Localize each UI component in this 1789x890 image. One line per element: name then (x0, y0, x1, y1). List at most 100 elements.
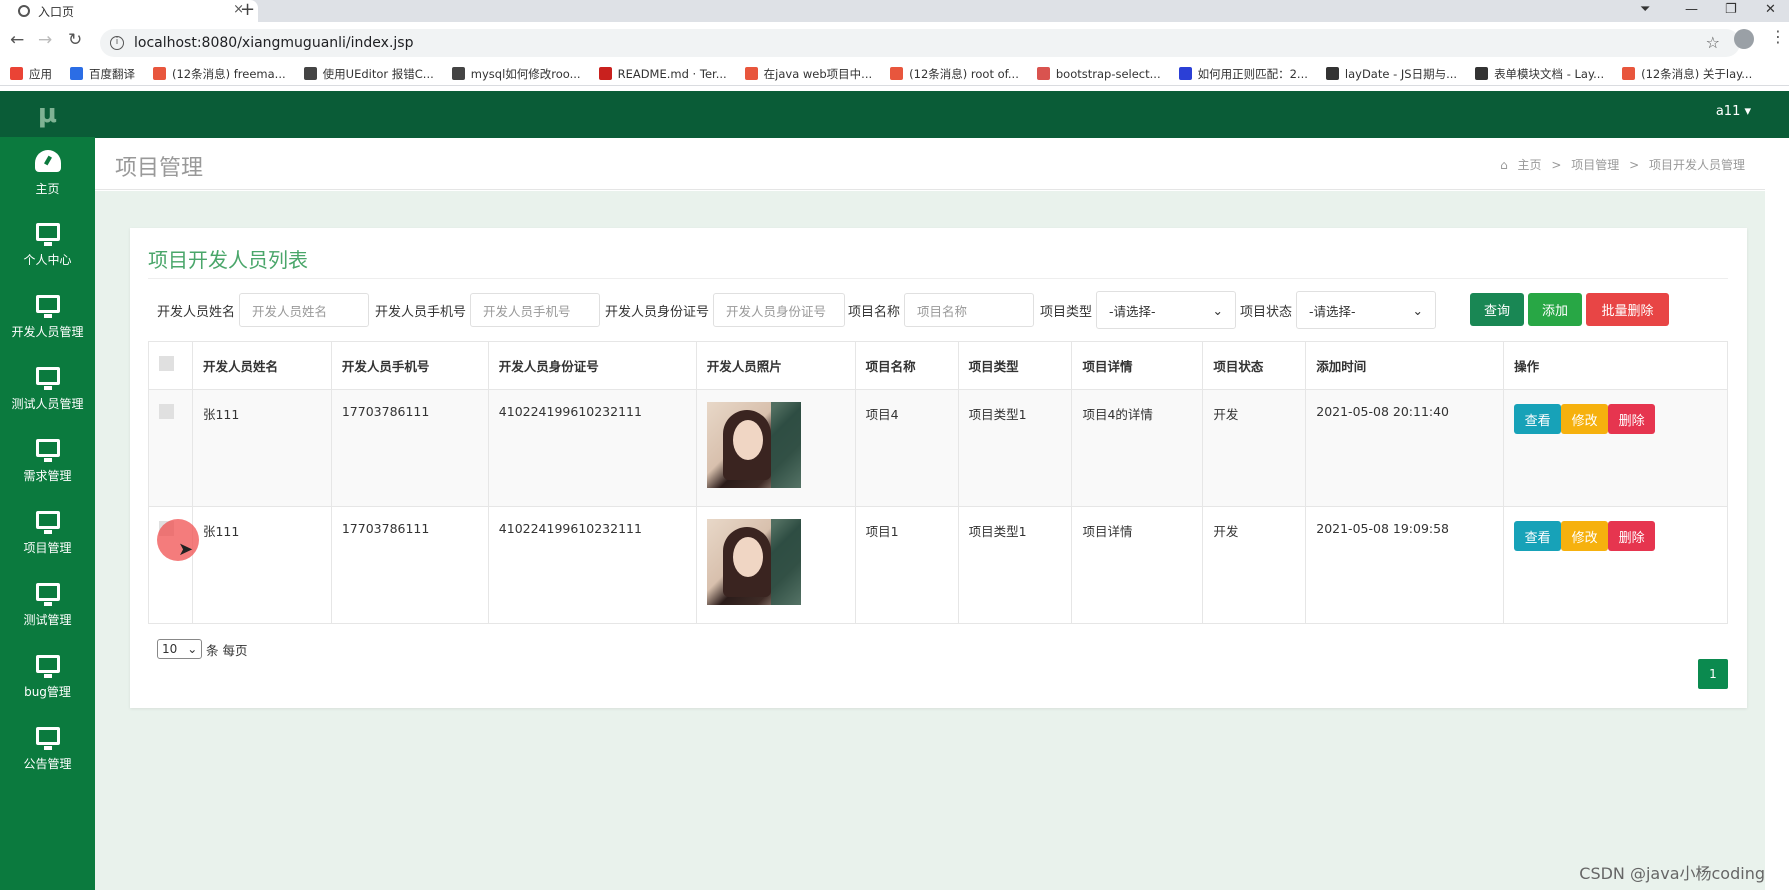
minimize-icon[interactable]: — (1685, 0, 1698, 20)
bookmark-item[interactable]: README.md · Ter... (598, 67, 727, 81)
forward-icon[interactable]: → (38, 30, 52, 50)
breadcrumb-sep: > (1551, 158, 1562, 172)
bookmark-favicon-icon (1178, 67, 1192, 80)
filter-phone: 开发人员手机号 开发人员手机号 (375, 293, 601, 327)
bookmark-label: 使用UEditor 报错C... (322, 66, 434, 81)
sidebar-item-label: 测试管理 (23, 612, 72, 627)
bookmark-favicon-icon (451, 67, 465, 80)
profile-menu-icon[interactable]: ⏷ (1640, 0, 1650, 20)
sidebar-item[interactable]: 开发人员管理 (0, 281, 95, 353)
account-avatar-icon[interactable] (1734, 29, 1754, 49)
col-header: 开发人员身份证号 (487, 341, 697, 390)
bookmark-item[interactable]: 如何用正则匹配：2... (1178, 66, 1308, 82)
bookmark-label: (12条消息) freema... (172, 66, 286, 81)
row-checkbox[interactable] (159, 404, 174, 419)
bookmark-item[interactable]: mysql如何修改roo... (451, 66, 581, 82)
breadcrumb-level2: 项目开发人员管理 (1648, 158, 1745, 172)
sidebar-item[interactable]: bug管理 (0, 641, 95, 713)
cell-status: 开发 (1202, 506, 1307, 624)
bookmark-item[interactable]: (12条消息) root of... (890, 66, 1019, 82)
scrollbar[interactable] (1765, 138, 1789, 890)
col-header: 项目类型 (957, 341, 1073, 390)
developer-photo (706, 519, 801, 605)
table-header-row: 开发人员姓名 开发人员手机号 开发人员身份证号 开发人员照片 项目名称 项目类型… (148, 341, 1728, 390)
name-input[interactable]: 开发人员姓名 (239, 293, 370, 327)
monitor-icon (35, 654, 60, 678)
add-button[interactable]: 添加 (1528, 293, 1582, 326)
bookmark-item[interactable]: 表单模块文档 - Lay... (1475, 66, 1604, 82)
bookmark-item[interactable]: layDate - JS日期与... (1325, 66, 1457, 82)
breadcrumb-level1[interactable]: 项目管理 (1571, 158, 1619, 172)
sidebar-item-label: bug管理 (24, 684, 71, 699)
sidebar-item[interactable]: 项目管理 (0, 497, 95, 569)
select-all-checkbox[interactable] (159, 356, 174, 371)
cell-type: 项目类型1 (957, 506, 1073, 624)
cell-status: 开发 (1202, 389, 1307, 507)
sidebar-item[interactable]: 需求管理 (0, 425, 95, 497)
idcard-input[interactable]: 开发人员身份证号 (713, 293, 846, 327)
reload-icon[interactable]: ↻ (68, 30, 82, 50)
bookmark-favicon-icon (153, 67, 166, 80)
view-button[interactable]: 查看 (1514, 404, 1562, 434)
cell-detail: 项目详情 (1071, 506, 1204, 624)
sidebar-item[interactable]: 测试人员管理 (0, 353, 95, 425)
search-button[interactable]: 查询 (1470, 293, 1524, 326)
cell-name: 张111 (191, 389, 332, 507)
page-size: 10 ⌄ 条 每页 (157, 639, 247, 659)
bookmark-item[interactable]: (12条消息) freema... (153, 66, 286, 82)
bookmark-item[interactable]: 百度翻译 (70, 66, 135, 82)
new-tab-button[interactable]: + (240, 0, 255, 20)
bookmark-favicon-icon (598, 67, 612, 80)
view-button[interactable]: 查看 (1514, 521, 1562, 551)
type-select[interactable]: -请选择- ⌄ (1096, 291, 1237, 329)
bookmark-star-icon[interactable]: ☆ (1706, 33, 1720, 52)
phone-input[interactable]: 开发人员手机号 (470, 293, 601, 327)
page-size-suffix: 条 每页 (206, 642, 248, 658)
url-text: localhost:8080/xiangmuguanli/index.jsp (134, 35, 414, 51)
cell-phone: 17703786111 (330, 506, 489, 624)
bookmark-favicon-icon (744, 67, 758, 80)
home-icon: ⌂ (1500, 158, 1508, 172)
bookmark-item[interactable]: bootstrap-select... (1036, 67, 1161, 81)
sidebar-item-label: 需求管理 (23, 468, 72, 483)
url-input[interactable]: i localhost:8080/xiangmuguanli/index.jsp… (100, 29, 1740, 57)
sidebar-item[interactable]: 主页 (0, 137, 95, 209)
bookmark-item[interactable]: 应用 (10, 66, 52, 82)
info-icon[interactable]: i (110, 36, 124, 50)
delete-button[interactable]: 删除 (1608, 404, 1656, 434)
filter-id: 开发人员身份证号 开发人员身份证号 (605, 293, 846, 327)
bookmark-label: 如何用正则匹配：2... (1197, 66, 1308, 81)
bookmark-label: 表单模块文档 - Lay... (1494, 66, 1605, 81)
back-icon[interactable]: ← (10, 30, 24, 50)
bookmark-item[interactable]: 使用UEditor 报错C... (303, 66, 434, 82)
monitor-icon (35, 294, 60, 318)
divider (148, 278, 1728, 279)
sidebar-item[interactable]: 公告管理 (0, 713, 95, 785)
close-window-icon[interactable]: ✕ (1765, 0, 1776, 20)
restore-icon[interactable]: ❐ (1725, 0, 1737, 20)
bookmark-item[interactable]: 在java web项目中... (744, 66, 873, 82)
page-size-select[interactable]: 10 ⌄ (157, 639, 202, 659)
sidebar-item-label: 主页 (35, 181, 60, 196)
sidebar-item[interactable]: 个人中心 (0, 209, 95, 281)
menu-kebab-icon[interactable]: ⋮ (1770, 27, 1786, 46)
bookmark-favicon-icon (1622, 67, 1636, 80)
filter-name: 开发人员姓名 开发人员姓名 (157, 293, 370, 327)
edit-button[interactable]: 修改 (1561, 404, 1609, 434)
bookmark-item[interactable]: (12条消息) 关于lay... (1622, 66, 1752, 82)
chevron-down-icon: ⌄ (1412, 302, 1424, 318)
user-menu[interactable]: a11 ▾ (1716, 104, 1751, 119)
status-select[interactable]: -请选择- ⌄ (1296, 291, 1437, 329)
filter-status: 项目状态 -请选择- ⌄ (1240, 291, 1437, 329)
breadcrumb-home[interactable]: 主页 (1518, 158, 1542, 172)
delete-button[interactable]: 删除 (1608, 521, 1656, 551)
mouse-cursor-icon: ➤ (178, 539, 194, 560)
page-1-button[interactable]: 1 (1698, 659, 1728, 689)
project-input[interactable]: 项目名称 (904, 293, 1035, 327)
sidebar-item[interactable]: 测试管理 (0, 569, 95, 641)
batch-delete-button[interactable]: 批量删除 (1586, 293, 1669, 326)
cell-detail: 项目4的详情 (1071, 389, 1204, 507)
browser-tab[interactable]: 入口页 × (0, 0, 258, 22)
edit-button[interactable]: 修改 (1561, 521, 1609, 551)
bookmark-label: 在java web项目中... (763, 66, 873, 81)
